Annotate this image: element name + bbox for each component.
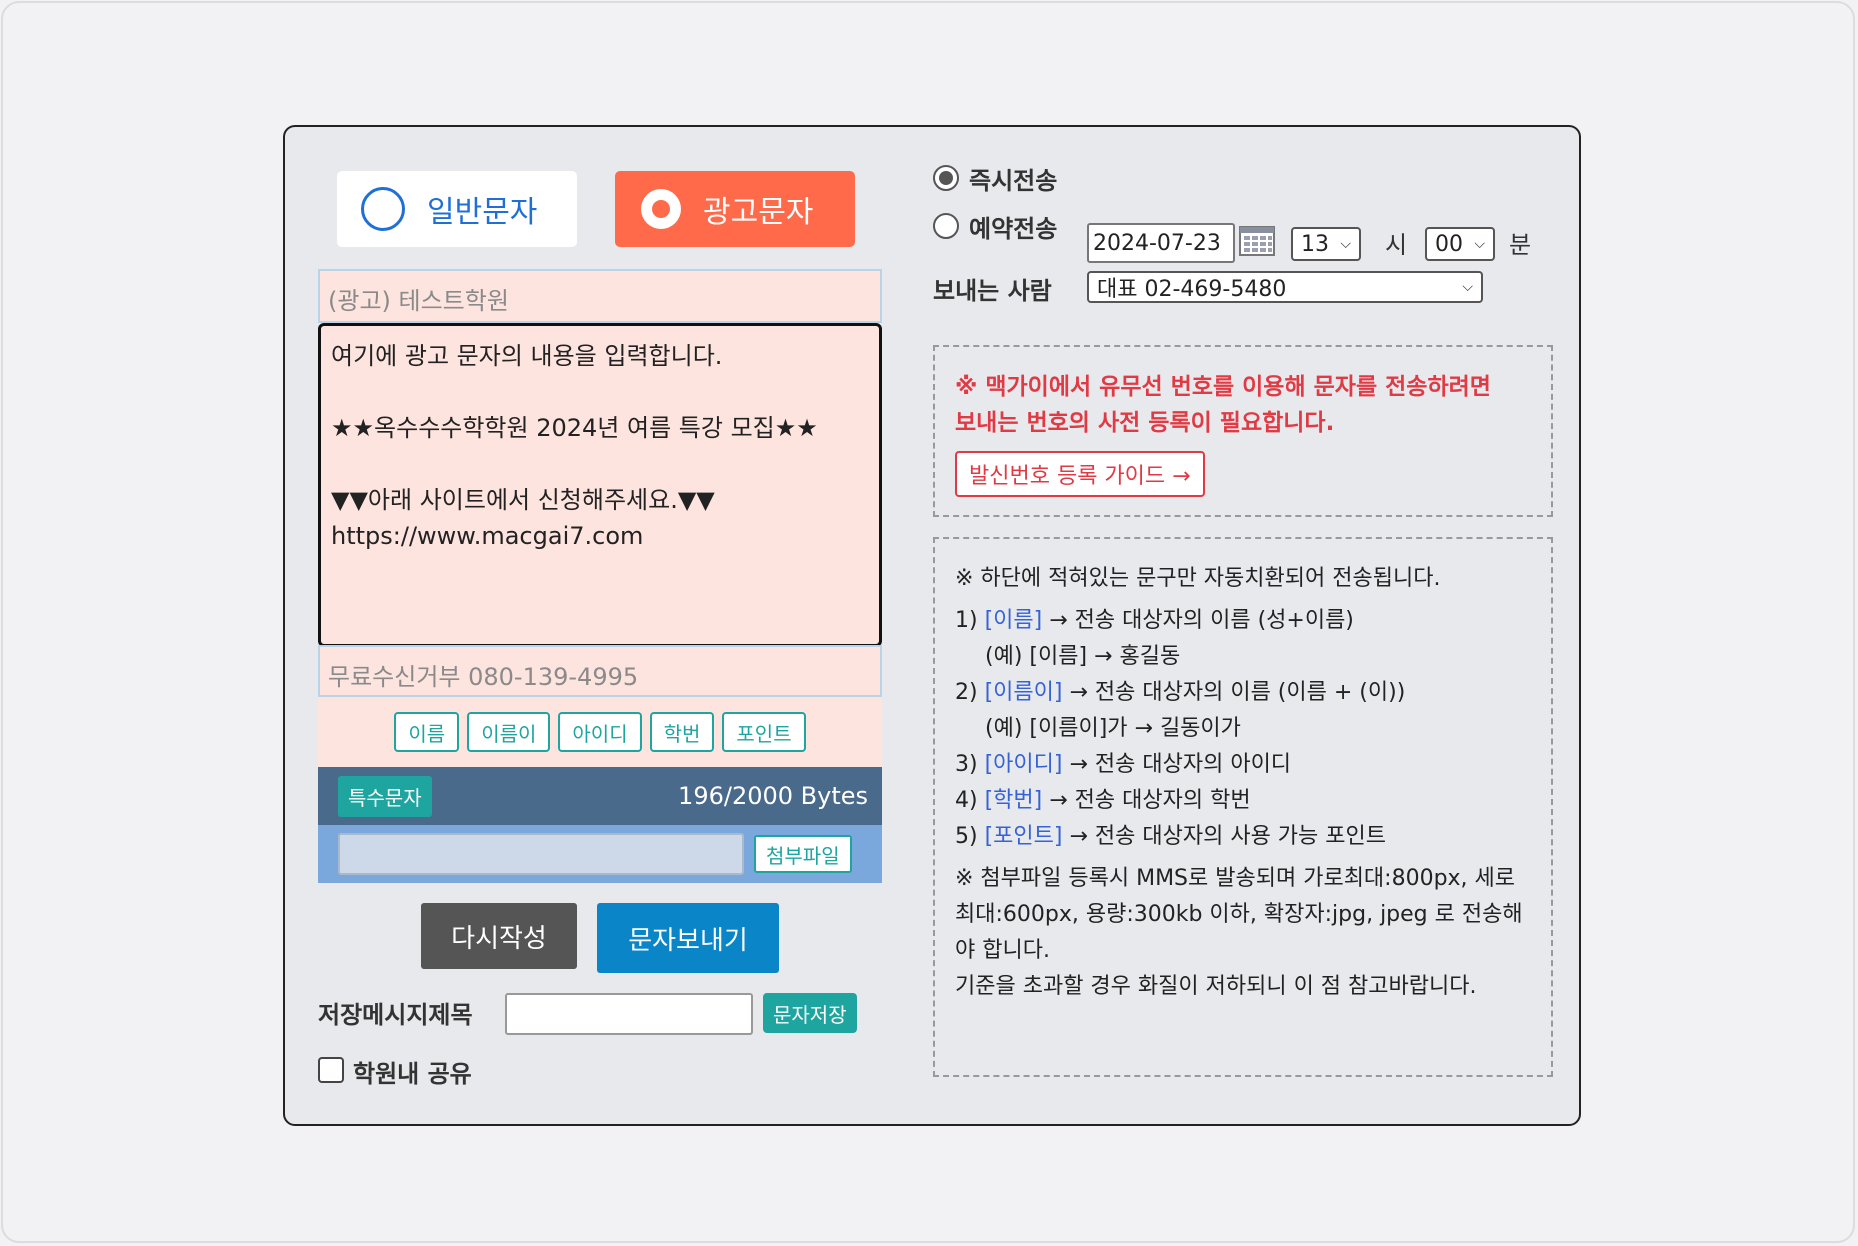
ad-message-label: 광고문자 xyxy=(703,195,814,230)
bytes-bar: 특수문자 196/2000 Bytes xyxy=(318,767,882,825)
calendar-icon[interactable] xyxy=(1239,225,1275,257)
sender-label: 보내는 사람 xyxy=(933,277,1052,305)
radio-unselected-icon xyxy=(361,187,405,231)
var-name-i-button[interactable]: 이름이 xyxy=(467,712,551,752)
substitution-info-box: ※ 하단에 적혀있는 문구만 자동치환되어 전송됩니다. 1) [이름] → 전… xyxy=(933,537,1553,1077)
message-body-textarea[interactable]: 여기에 광고 문자의 내용을 입력합니다. ★★옥수수수학학원 2024년 여름… xyxy=(318,323,882,647)
info-item-2: 2) [이름이] → 전송 대상자의 이름 (이름 + (이)) xyxy=(955,680,1406,705)
reserved-send-label: 예약전송 xyxy=(969,215,1058,243)
variable-buttons: 이름 이름이 아이디 학번 포인트 xyxy=(318,697,882,767)
save-title-input[interactable] xyxy=(505,993,753,1035)
opt-out-line: 무료수신거부 080-139-4995 xyxy=(318,645,882,697)
chevron-down-icon: ⌵ xyxy=(1340,236,1351,252)
radio-selected-icon xyxy=(641,189,681,229)
hour-unit: 시 xyxy=(1385,231,1408,259)
reserved-send-radio[interactable] xyxy=(933,213,959,239)
var-id-button[interactable]: 아이디 xyxy=(558,712,642,752)
sms-compose-panel: 일반문자 광고문자 (광고) 테스트학원 여기에 광고 문자의 내용을 입력합니… xyxy=(283,125,1581,1126)
warning-line-1: ※ 맥가이에서 유무선 번호를 이용해 문자를 전송하려면 xyxy=(955,374,1491,400)
info-item-2-example: (예) [이름이]가 → 길동이가 xyxy=(985,716,1241,741)
reserve-date-input[interactable]: 2024-07-23 xyxy=(1087,223,1235,263)
var-student-number-button[interactable]: 학번 xyxy=(649,712,715,752)
warning-line-2: 보내는 번호의 사전 등록이 필요합니다. xyxy=(955,410,1335,436)
hour-value: 13 xyxy=(1301,231,1329,257)
info-item-3: 3) [아이디] → 전송 대상자의 아이디 xyxy=(955,752,1292,777)
share-label: 학원내 공유 xyxy=(353,1060,472,1088)
sender-value: 대표 02-469-5480 xyxy=(1097,277,1287,302)
var-name-button[interactable]: 이름 xyxy=(394,712,460,752)
attach-file-button[interactable]: 첨부파일 xyxy=(754,835,852,873)
sender-guide-button[interactable]: 발신번호 등록 가이드 → xyxy=(955,451,1205,497)
share-checkbox[interactable] xyxy=(318,1057,344,1083)
reset-button[interactable]: 다시작성 xyxy=(421,903,577,969)
info-item-1: 1) [이름] → 전송 대상자의 이름 (성+이름) xyxy=(955,608,1354,633)
info-intro: ※ 하단에 적혀있는 문구만 자동치환되어 전송됩니다. xyxy=(955,566,1441,591)
send-message-button[interactable]: 문자보내기 xyxy=(597,903,779,973)
chevron-down-icon: ⌵ xyxy=(1462,279,1473,295)
info-item-5: 5) [포인트] → 전송 대상자의 사용 가능 포인트 xyxy=(955,824,1386,849)
normal-message-option[interactable]: 일반문자 xyxy=(337,171,577,247)
minute-value: 00 xyxy=(1435,231,1463,257)
hour-select[interactable]: 13 ⌵ xyxy=(1291,227,1361,261)
byte-counter: 196/2000 Bytes xyxy=(678,782,868,810)
sender-select[interactable]: 대표 02-469-5480 ⌵ xyxy=(1087,271,1483,303)
info-item-4: 4) [학번] → 전송 대상자의 학번 xyxy=(955,788,1251,813)
immediate-send-label: 즉시전송 xyxy=(969,167,1058,195)
chevron-down-icon: ⌵ xyxy=(1474,236,1485,252)
save-title-label: 저장메시지제목 xyxy=(318,1001,473,1029)
var-point-button[interactable]: 포인트 xyxy=(722,712,806,752)
warning-text: ※ 맥가이에서 유무선 번호를 이용해 문자를 전송하려면 보내는 번호의 사전… xyxy=(955,369,1491,441)
attach-note: ※ 첨부파일 등록시 MMS로 발송되며 가로최대:800px, 세로최대:60… xyxy=(955,866,1523,963)
attach-file-field[interactable] xyxy=(338,833,744,875)
minute-unit: 분 xyxy=(1509,231,1532,259)
ad-message-option[interactable]: 광고문자 xyxy=(615,171,855,247)
normal-message-label: 일반문자 xyxy=(427,195,538,230)
attach-bar: 첨부파일 xyxy=(318,825,882,883)
minute-select[interactable]: 00 ⌵ xyxy=(1425,227,1495,261)
save-message-button[interactable]: 문자저장 xyxy=(763,993,857,1033)
immediate-send-radio[interactable] xyxy=(933,165,959,191)
special-chars-button[interactable]: 특수문자 xyxy=(338,775,432,817)
sender-registration-notice: ※ 맥가이에서 유무선 번호를 이용해 문자를 전송하려면 보내는 번호의 사전… xyxy=(933,345,1553,517)
ad-prefix-line: (광고) 테스트학원 xyxy=(318,269,882,323)
quality-note: 기준을 초과할 경우 화질이 저하되니 이 점 참고바랍니다. xyxy=(955,974,1477,999)
info-item-1-example: (예) [이름] → 홍길동 xyxy=(985,644,1181,669)
page-frame: 일반문자 광고문자 (광고) 테스트학원 여기에 광고 문자의 내용을 입력합니… xyxy=(1,1,1855,1243)
